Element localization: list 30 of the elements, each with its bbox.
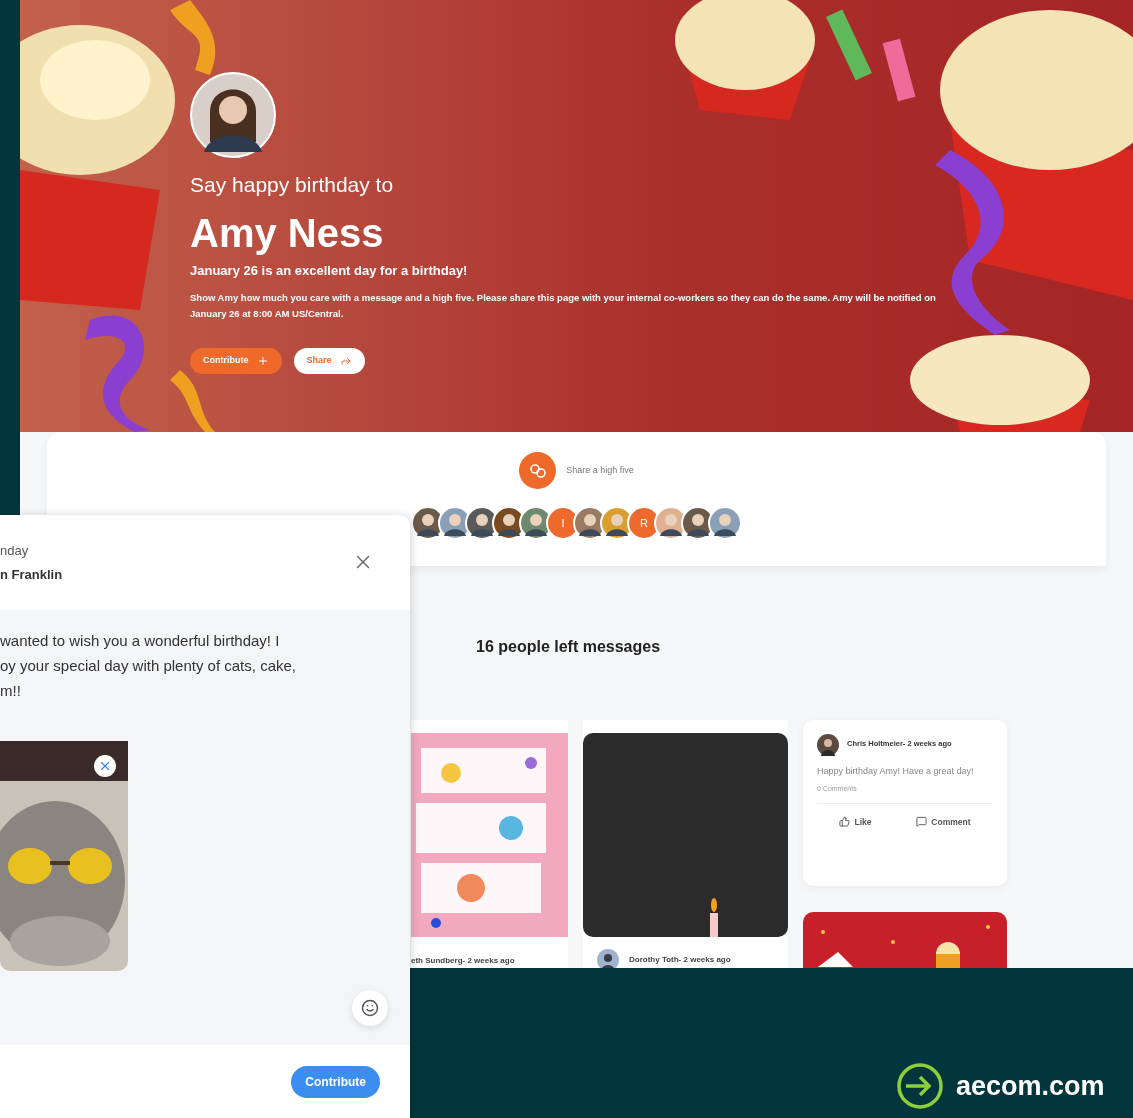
subtitle-text: January 26 is an excellent day for a birthday! xyxy=(190,262,468,280)
speech-bubble-icon xyxy=(916,816,928,828)
like-button[interactable]: Like xyxy=(839,815,872,829)
person-name: Amy Ness xyxy=(190,210,384,256)
brand-text: aecom.com xyxy=(956,1069,1105,1103)
contribute-button[interactable]: Contribute xyxy=(291,1066,380,1098)
share-arrow-icon xyxy=(339,355,352,367)
plus-icon xyxy=(256,355,269,367)
intro-text: Say happy birthday to xyxy=(190,172,394,198)
message-text: wanted to wish you a wonderful birthday! I oy your special day with plenty of cats, cake, m!! xyxy=(0,631,297,701)
thumbs-up-icon xyxy=(839,816,851,828)
message-text: Happy birthday Amy! Have a great day! xyxy=(817,765,975,778)
smiley-icon xyxy=(361,999,379,1017)
avatar xyxy=(597,949,619,968)
high-five-button[interactable] xyxy=(519,452,557,489)
emoji-button[interactable] xyxy=(352,990,388,1026)
avatar xyxy=(817,734,839,756)
dialog-title: nday xyxy=(0,543,30,559)
contribute-button[interactable]: Contribute xyxy=(190,348,282,374)
close-icon xyxy=(98,759,112,773)
avatar xyxy=(708,506,742,540)
share-button[interactable]: Share xyxy=(293,348,365,374)
author-text: eth Sundberg- 2 weeks ago xyxy=(411,955,516,967)
author-text: Dorothy Toth- 2 weeks ago xyxy=(629,954,731,966)
dialog-author: n Franklin xyxy=(0,567,63,583)
logo-icon xyxy=(896,1062,944,1110)
description-text: Show Amy how much you care with a message and a high five. Please share this page with your internal co-workers so they can do the same. Amy will be notified on January 26 at 8:00 AM US/Central. xyxy=(190,291,937,321)
comment-button[interactable]: Comment xyxy=(916,815,971,829)
messages-heading: 16 people left messages xyxy=(476,638,662,656)
high-five-label: Share a high five xyxy=(566,463,634,477)
